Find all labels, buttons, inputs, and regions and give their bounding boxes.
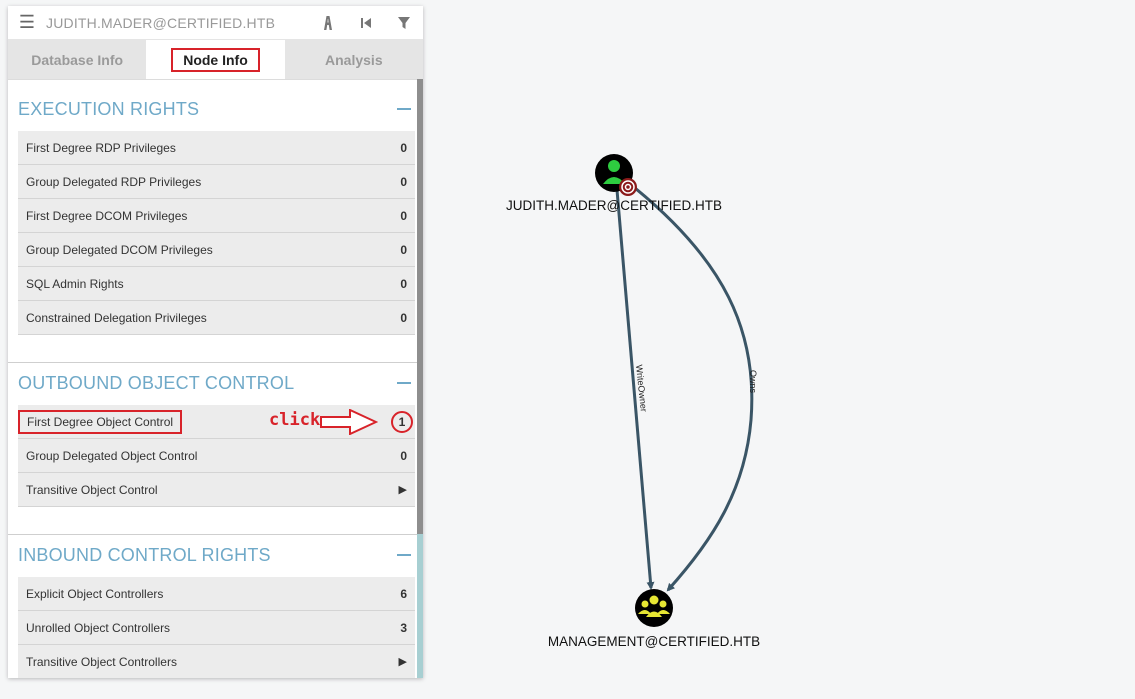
click-annotation: click — [269, 410, 321, 430]
collapse-icon[interactable] — [397, 382, 411, 384]
row-first-degree-dcom[interactable]: First Degree DCOM Privileges 0 — [18, 199, 415, 233]
row-group-delegated-dcom[interactable]: Group Delegated DCOM Privileges 0 — [18, 233, 415, 267]
section-header[interactable]: EXECUTION RIGHTS — [8, 87, 417, 131]
node-group[interactable] — [635, 589, 673, 627]
row-group-delegated-rdp[interactable]: Group Delegated RDP Privileges 0 — [18, 165, 415, 199]
back-icon[interactable] — [347, 6, 385, 39]
graph-canvas[interactable]: WriteOwner Owns JUDITH.MADER@CERTIFIED.H… — [423, 0, 1135, 699]
node-user[interactable] — [595, 154, 637, 196]
tab-node-info-label: Node Info — [171, 47, 260, 72]
row-unrolled-object-controllers[interactable]: Unrolled Object Controllers 3 — [18, 611, 415, 645]
section-title: EXECUTION RIGHTS — [18, 98, 200, 119]
row-transitive-object-control[interactable]: Transitive Object Control ▶ — [18, 473, 415, 507]
row-first-degree-rdp[interactable]: First Degree RDP Privileges 0 — [18, 131, 415, 165]
section-outbound-object-control: OUTBOUND OBJECT CONTROL First Degree Obj… — [8, 361, 417, 507]
collapse-icon[interactable] — [397, 554, 411, 556]
collapse-icon[interactable] — [397, 108, 411, 110]
section-title: INBOUND CONTROL RIGHTS — [18, 544, 271, 565]
row-group-delegated-object-control[interactable]: Group Delegated Object Control 0 — [18, 439, 415, 473]
tab-analysis[interactable]: Analysis — [284, 40, 423, 79]
search-input[interactable]: JUDITH.MADER@CERTIFIED.HTB — [46, 15, 309, 31]
expand-arrow-icon[interactable]: ▶ — [399, 655, 407, 668]
section-execution-rights: EXECUTION RIGHTS First Degree RDP Privil… — [8, 87, 417, 335]
arrow-annotation-icon — [320, 409, 378, 435]
tab-database-info[interactable]: Database Info — [8, 40, 147, 79]
user-icon — [608, 160, 620, 172]
hamburger-menu-icon[interactable]: ☰ — [8, 6, 46, 39]
search-bar: ☰ JUDITH.MADER@CERTIFIED.HTB — [8, 6, 423, 40]
node-info-content: EXECUTION RIGHTS First Degree RDP Privil… — [8, 79, 423, 678]
edge-owns[interactable] — [634, 186, 754, 592]
highlight-circle: 1 — [391, 410, 413, 433]
row-constrained-delegation[interactable]: Constrained Delegation Privileges 0 — [18, 301, 415, 335]
tab-node-info[interactable]: Node Info — [146, 40, 285, 79]
row-transitive-object-controllers[interactable]: Transitive Object Controllers ▶ — [18, 645, 415, 678]
tab-bar: Database Info Node Info Analysis — [8, 40, 423, 79]
section-title: OUTBOUND OBJECT CONTROL — [18, 372, 295, 393]
expand-arrow-icon[interactable]: ▶ — [399, 483, 407, 496]
row-sql-admin-rights[interactable]: SQL Admin Rights 0 — [18, 267, 415, 301]
row-first-degree-object-control[interactable]: First Degree Object Control click 1 — [18, 405, 415, 439]
node-label-group: MANAGEMENT@CERTIFIED.HTB — [548, 634, 760, 649]
highlight-box: First Degree Object Control — [18, 409, 183, 434]
row-explicit-object-controllers[interactable]: Explicit Object Controllers 6 — [18, 577, 415, 611]
node-label-user: JUDITH.MADER@CERTIFIED.HTB — [506, 198, 722, 213]
section-header[interactable]: OUTBOUND OBJECT CONTROL — [8, 361, 417, 405]
pathfinding-icon[interactable] — [309, 6, 347, 39]
side-panel: ☰ JUDITH.MADER@CERTIFIED.HTB Database In… — [8, 6, 423, 678]
edge-label-owns: Owns — [748, 370, 758, 394]
section-header[interactable]: INBOUND CONTROL RIGHTS — [8, 533, 417, 577]
section-inbound-control-rights: INBOUND CONTROL RIGHTS Explicit Object C… — [8, 533, 417, 678]
filter-icon[interactable] — [385, 6, 423, 39]
target-icon — [619, 178, 637, 196]
